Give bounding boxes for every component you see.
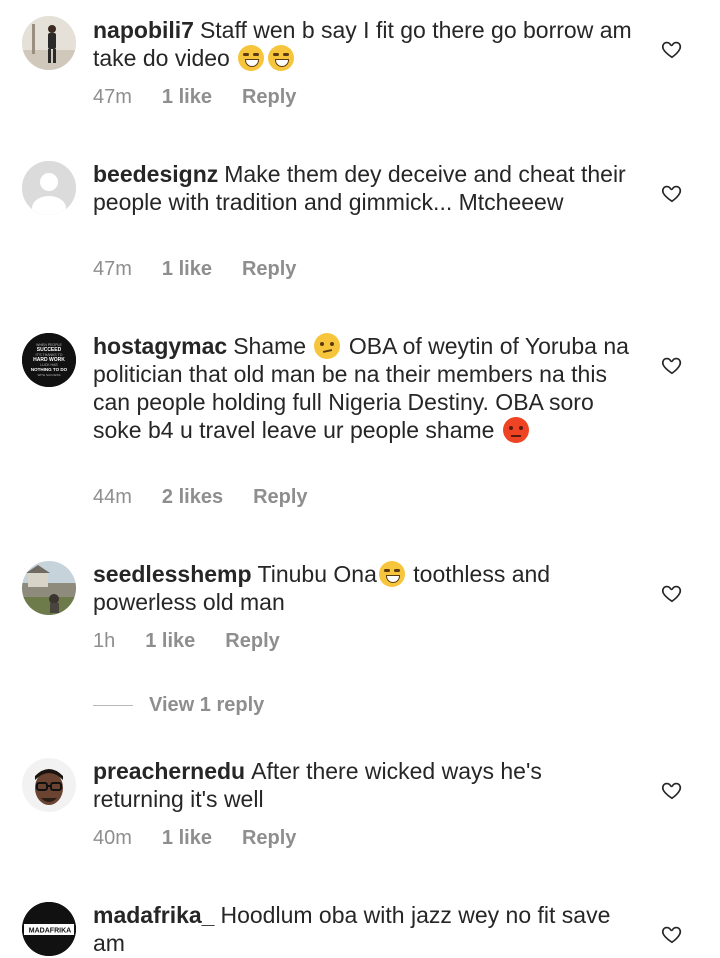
avatar[interactable]: [22, 161, 76, 215]
heart-outline-icon[interactable]: [661, 182, 683, 204]
comment-meta: 47m 1 like Reply: [93, 258, 296, 281]
avatar[interactable]: [22, 16, 76, 70]
comment-likes[interactable]: 1 like: [162, 86, 212, 109]
smirk-emoji-icon: [314, 333, 341, 359]
comment-text: seedlesshemp Tinubu Ona toothless and pow…: [93, 560, 633, 616]
reply-button[interactable]: Reply: [242, 258, 296, 281]
comment-time: 44m: [93, 486, 132, 508]
reply-button[interactable]: Reply: [242, 827, 296, 850]
default-avatar-icon: [22, 161, 76, 215]
comment-time: 47m: [93, 258, 132, 280]
view-replies-label: View 1 reply: [149, 694, 265, 716]
comment-text: madafrika_ Hoodlum oba with jazz wey no f…: [93, 901, 633, 957]
laughing-emoji-icon: [268, 45, 295, 71]
comment-username[interactable]: hostagymac: [93, 333, 227, 359]
reply-button[interactable]: Reply: [242, 86, 296, 109]
reply-button[interactable]: Reply: [225, 630, 279, 653]
comment-username[interactable]: preachernedu: [93, 758, 245, 784]
comment-meta: 47m 1 like Reply: [93, 86, 296, 109]
avatar[interactable]: WHEN PEOPLE SUCCEED IT'S THANKS TO HARD …: [22, 333, 76, 387]
divider: [93, 705, 133, 706]
person-standing-avatar-icon: [22, 16, 76, 70]
comment-text: hostagymac Shame OBA of weytin of Yoruba …: [93, 332, 633, 444]
comment-meta: 44m 2 likes Reply: [93, 486, 308, 509]
avatar[interactable]: MADAFRIKA: [22, 902, 76, 956]
comment-body: Tinubu Ona: [257, 561, 377, 587]
outdoor-avatar-icon: [22, 561, 76, 615]
comment-likes[interactable]: 1 like: [162, 258, 212, 281]
glasses-man-avatar-icon: [22, 758, 76, 812]
comment-username[interactable]: seedlesshemp: [93, 561, 252, 587]
comment-time: 40m: [93, 827, 132, 849]
comment-time: 1h: [93, 630, 116, 652]
madafrika-logo-avatar-icon: MADAFRIKA: [22, 902, 76, 956]
quote-avatar-icon: WHEN PEOPLE SUCCEED IT'S THANKS TO HARD …: [22, 333, 76, 387]
svg-text:WITH SUCCESS: WITH SUCCESS: [37, 373, 60, 377]
laughing-emoji-icon: [238, 45, 265, 71]
heart-outline-icon[interactable]: [661, 354, 683, 376]
comment-body: Shame: [233, 333, 307, 359]
heart-outline-icon[interactable]: [661, 779, 683, 801]
avatar[interactable]: [22, 758, 76, 812]
comment-meta: 40m 1 like Reply: [93, 827, 296, 850]
comment-text: preachernedu After there wicked ways he's…: [93, 757, 633, 813]
comment-likes[interactable]: 1 like: [145, 630, 195, 653]
laughing-emoji-icon: [378, 561, 405, 587]
heart-outline-icon[interactable]: [661, 923, 683, 945]
avatar[interactable]: [22, 561, 76, 615]
heart-outline-icon[interactable]: [661, 582, 683, 604]
comment-text: beedesignz Make them dey deceive and chea…: [93, 160, 633, 216]
reply-button[interactable]: Reply: [253, 486, 307, 509]
svg-text:NOTHING TO DO: NOTHING TO DO: [31, 367, 68, 372]
view-replies-button[interactable]: View 1 reply: [93, 694, 264, 717]
comment-username[interactable]: napobili7: [93, 17, 194, 43]
comment-meta: 1h 1 like Reply: [93, 630, 280, 653]
comment-text: napobili7 Staff wen b say I fit go there …: [93, 16, 633, 72]
comment-username[interactable]: madafrika_: [93, 902, 214, 928]
heart-outline-icon[interactable]: [661, 38, 683, 60]
angry-emoji-icon: [502, 417, 529, 443]
comment-likes[interactable]: 2 likes: [162, 486, 223, 509]
comment-time: 47m: [93, 86, 132, 108]
svg-text:MADAFRIKA: MADAFRIKA: [29, 928, 71, 935]
comment-username[interactable]: beedesignz: [93, 161, 218, 187]
comment-likes[interactable]: 1 like: [162, 827, 212, 850]
